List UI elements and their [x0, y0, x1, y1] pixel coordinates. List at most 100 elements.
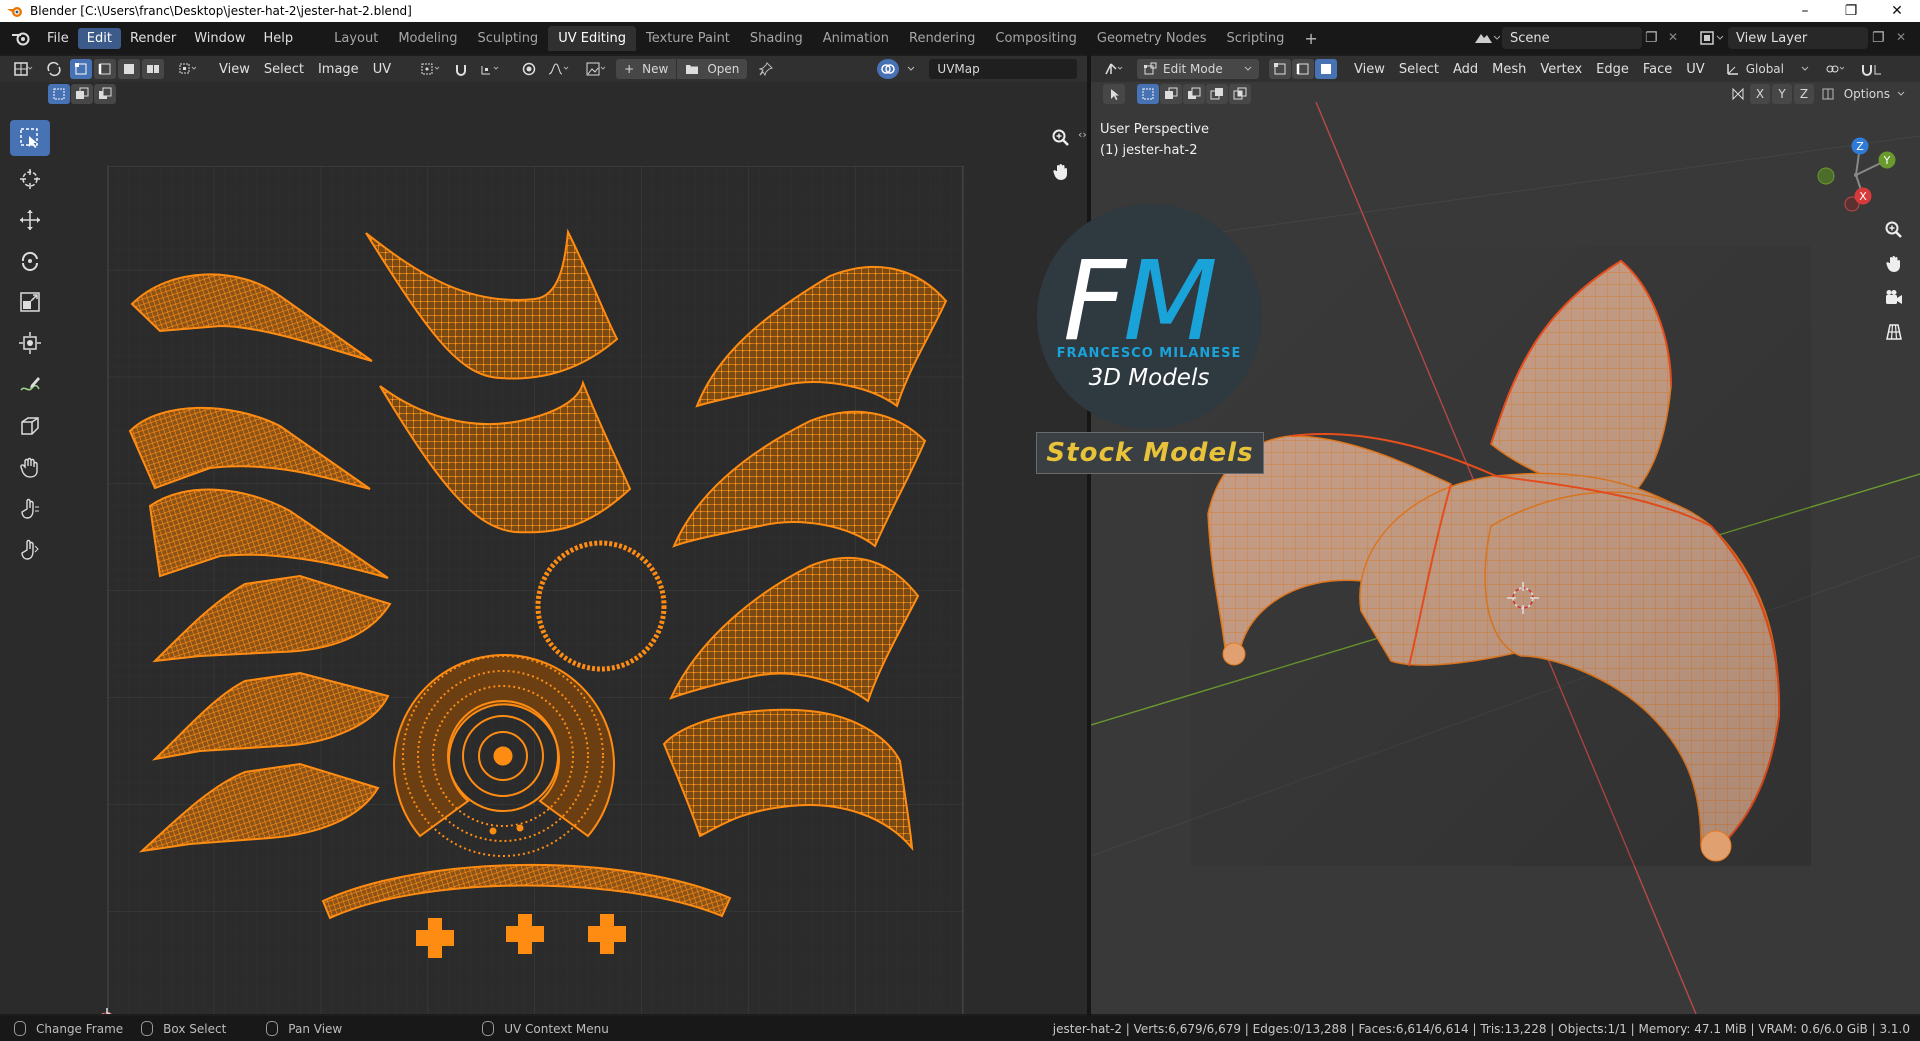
menu-edit[interactable]: Edit — [77, 27, 121, 49]
hint-change-frame-label: Change Frame — [36, 1021, 124, 1036]
view-name-label: User Perspective — [1100, 122, 1210, 137]
tab-animation[interactable]: Animation — [813, 26, 899, 51]
vp-camera-icon[interactable] — [1880, 284, 1908, 312]
mode-selector[interactable]: Edit Mode — [1137, 59, 1259, 79]
tab-geometry-nodes[interactable]: Geometry Nodes — [1087, 26, 1217, 51]
options-label: Options — [1843, 87, 1890, 101]
vp-select-subtract-icon[interactable] — [1183, 84, 1205, 104]
object-name-label: (1) jester-hat-2 — [1100, 143, 1198, 158]
vp-menu-select[interactable]: Select — [1392, 62, 1446, 77]
vp-select-extend-icon[interactable] — [1160, 84, 1182, 104]
menu-help[interactable]: Help — [255, 28, 303, 49]
menu-window[interactable]: Window — [185, 28, 254, 49]
vp-menu-vertex[interactable]: Vertex — [1533, 62, 1589, 77]
chevron-down-icon — [1897, 91, 1905, 96]
vp-select-new-icon[interactable] — [1137, 84, 1159, 104]
vp-select-intersect-icon[interactable] — [1229, 84, 1251, 104]
edit-mode-icon — [1144, 62, 1157, 75]
new-scene-icon[interactable]: ❐ — [1645, 30, 1658, 46]
vp-menu-edge[interactable]: Edge — [1589, 62, 1636, 77]
tab-modeling[interactable]: Modeling — [388, 26, 467, 51]
window-title: Blender [C:\Users\franc\Desktop\jester-h… — [30, 4, 412, 18]
vp-vertex-select-icon[interactable] — [1269, 59, 1291, 79]
scene-icon[interactable] — [1472, 29, 1501, 47]
uv-zoom-icon[interactable] — [1047, 124, 1075, 152]
blender-menu-icon[interactable] — [10, 30, 32, 46]
tab-layout[interactable]: Layout — [324, 26, 388, 51]
scene-name: Scene — [1510, 30, 1550, 46]
hint-pan-view-label: Pan View — [288, 1021, 343, 1036]
stock-models-label: Stock Models — [1046, 438, 1254, 468]
vp-zoom-icon[interactable] — [1880, 216, 1908, 244]
view-layer-icon[interactable] — [1698, 29, 1726, 47]
tab-scripting[interactable]: Scripting — [1217, 26, 1295, 51]
3d-viewport: Edit Mode View Select Add Mesh Vertex Ed… — [1091, 56, 1920, 1014]
transform-pivot-icon[interactable] — [1820, 59, 1852, 79]
vp-tool-icon[interactable] — [1103, 84, 1125, 104]
viewport-editor-type-icon[interactable] — [1099, 59, 1129, 79]
hint-uv-context-menu: UV Context Menu — [482, 1021, 609, 1036]
vp-menu-view[interactable]: View — [1347, 62, 1392, 77]
vp-menu-mesh[interactable]: Mesh — [1485, 62, 1533, 77]
uv-canvas[interactable] — [0, 56, 1087, 1014]
mirror-x-toggle[interactable]: X — [1750, 84, 1770, 104]
orientation-icon — [1726, 64, 1738, 75]
mirror-axes: X Y Z — [1731, 84, 1835, 104]
vp-menu-face[interactable]: Face — [1636, 62, 1679, 77]
options-dropdown[interactable]: Options — [1840, 84, 1910, 104]
vp-ortho-grid-icon[interactable] — [1880, 318, 1908, 346]
blender-logo-icon — [7, 7, 22, 17]
vp-pan-icon[interactable] — [1880, 250, 1908, 278]
jester-hat-mesh[interactable] — [1191, 246, 1811, 866]
vp-select-invert-icon[interactable] — [1206, 84, 1228, 104]
vp-snap-icon[interactable] — [1856, 59, 1888, 79]
uv-editor: View Select Image UV + New Open UVMap ‹› — [0, 56, 1087, 1014]
mouse-right-icon — [482, 1021, 495, 1036]
vp-face-select-icon[interactable] — [1315, 59, 1337, 79]
viewport-scene[interactable] — [1091, 56, 1920, 1014]
topology-mirror-icon[interactable] — [1821, 87, 1835, 101]
minimize-button[interactable]: – — [1782, 0, 1828, 22]
mirror-z-toggle[interactable]: Z — [1794, 84, 1814, 104]
tab-rendering[interactable]: Rendering — [899, 26, 985, 51]
butterfly-icon — [1732, 87, 1744, 101]
scene-statistics: jester-hat-2 | Verts:6,679/6,679 | Edges… — [1052, 1021, 1910, 1036]
hint-box-select: Box Select — [141, 1021, 226, 1036]
mirror-y-toggle[interactable]: Y — [1772, 84, 1792, 104]
orientation-selector[interactable]: Global — [1722, 59, 1814, 79]
vp-menu-uv[interactable]: UV — [1679, 62, 1711, 77]
tab-uv-editing[interactable]: UV Editing — [548, 25, 637, 51]
remove-scene-icon[interactable]: ✕ — [1668, 30, 1678, 44]
vp-edge-select-icon[interactable] — [1292, 59, 1314, 79]
new-view-layer-icon[interactable]: ❐ — [1872, 30, 1885, 46]
orientation-label: Global — [1745, 62, 1784, 76]
gizmo-x-label: X — [1859, 190, 1867, 203]
gizmo-z-label: Z — [1856, 140, 1864, 153]
tab-shading[interactable]: Shading — [740, 26, 813, 51]
menu-render[interactable]: Render — [121, 28, 185, 49]
gizmo-y-label: Y — [1883, 154, 1891, 167]
sidebar-toggle-icon[interactable]: ‹› — [1078, 128, 1087, 141]
fm-logo-image: F M FRANCESCO MILANESE 3D Models — [1057, 237, 1242, 391]
close-button[interactable]: ✕ — [1874, 0, 1920, 22]
tab-compositing[interactable]: Compositing — [985, 26, 1087, 51]
viewport-subheader: X Y Z Options — [1091, 82, 1920, 106]
vp-menu-add[interactable]: Add — [1446, 62, 1485, 77]
menu-file[interactable]: File — [38, 28, 78, 49]
mode-label: Edit Mode — [1163, 62, 1223, 76]
gizmo-neg-z-icon — [1854, 173, 1858, 177]
tab-texture-paint[interactable]: Texture Paint — [636, 26, 740, 51]
remove-view-layer-icon[interactable]: ✕ — [1896, 30, 1906, 44]
add-workspace-button[interactable]: + — [1294, 24, 1327, 53]
mouse-middle-icon — [266, 1021, 279, 1036]
fm-watermark-badge: F M FRANCESCO MILANESE 3D Models — [1037, 204, 1262, 429]
uv-pan-icon[interactable] — [1047, 158, 1075, 186]
stock-models-banner: Stock Models — [1036, 432, 1264, 474]
view-layer-selector[interactable]: View Layer — [1728, 27, 1868, 49]
scene-selector[interactable]: Scene — [1502, 27, 1642, 49]
maximize-button[interactable]: ❐ — [1828, 0, 1874, 22]
navigation-gizmo[interactable]: Z Y X — [1806, 130, 1916, 220]
tab-sculpting[interactable]: Sculpting — [467, 26, 548, 51]
fm-logo-name: FRANCESCO MILANESE — [1057, 346, 1242, 361]
status-bar: Change Frame Box Select Pan View UV Cont… — [0, 1016, 1920, 1041]
